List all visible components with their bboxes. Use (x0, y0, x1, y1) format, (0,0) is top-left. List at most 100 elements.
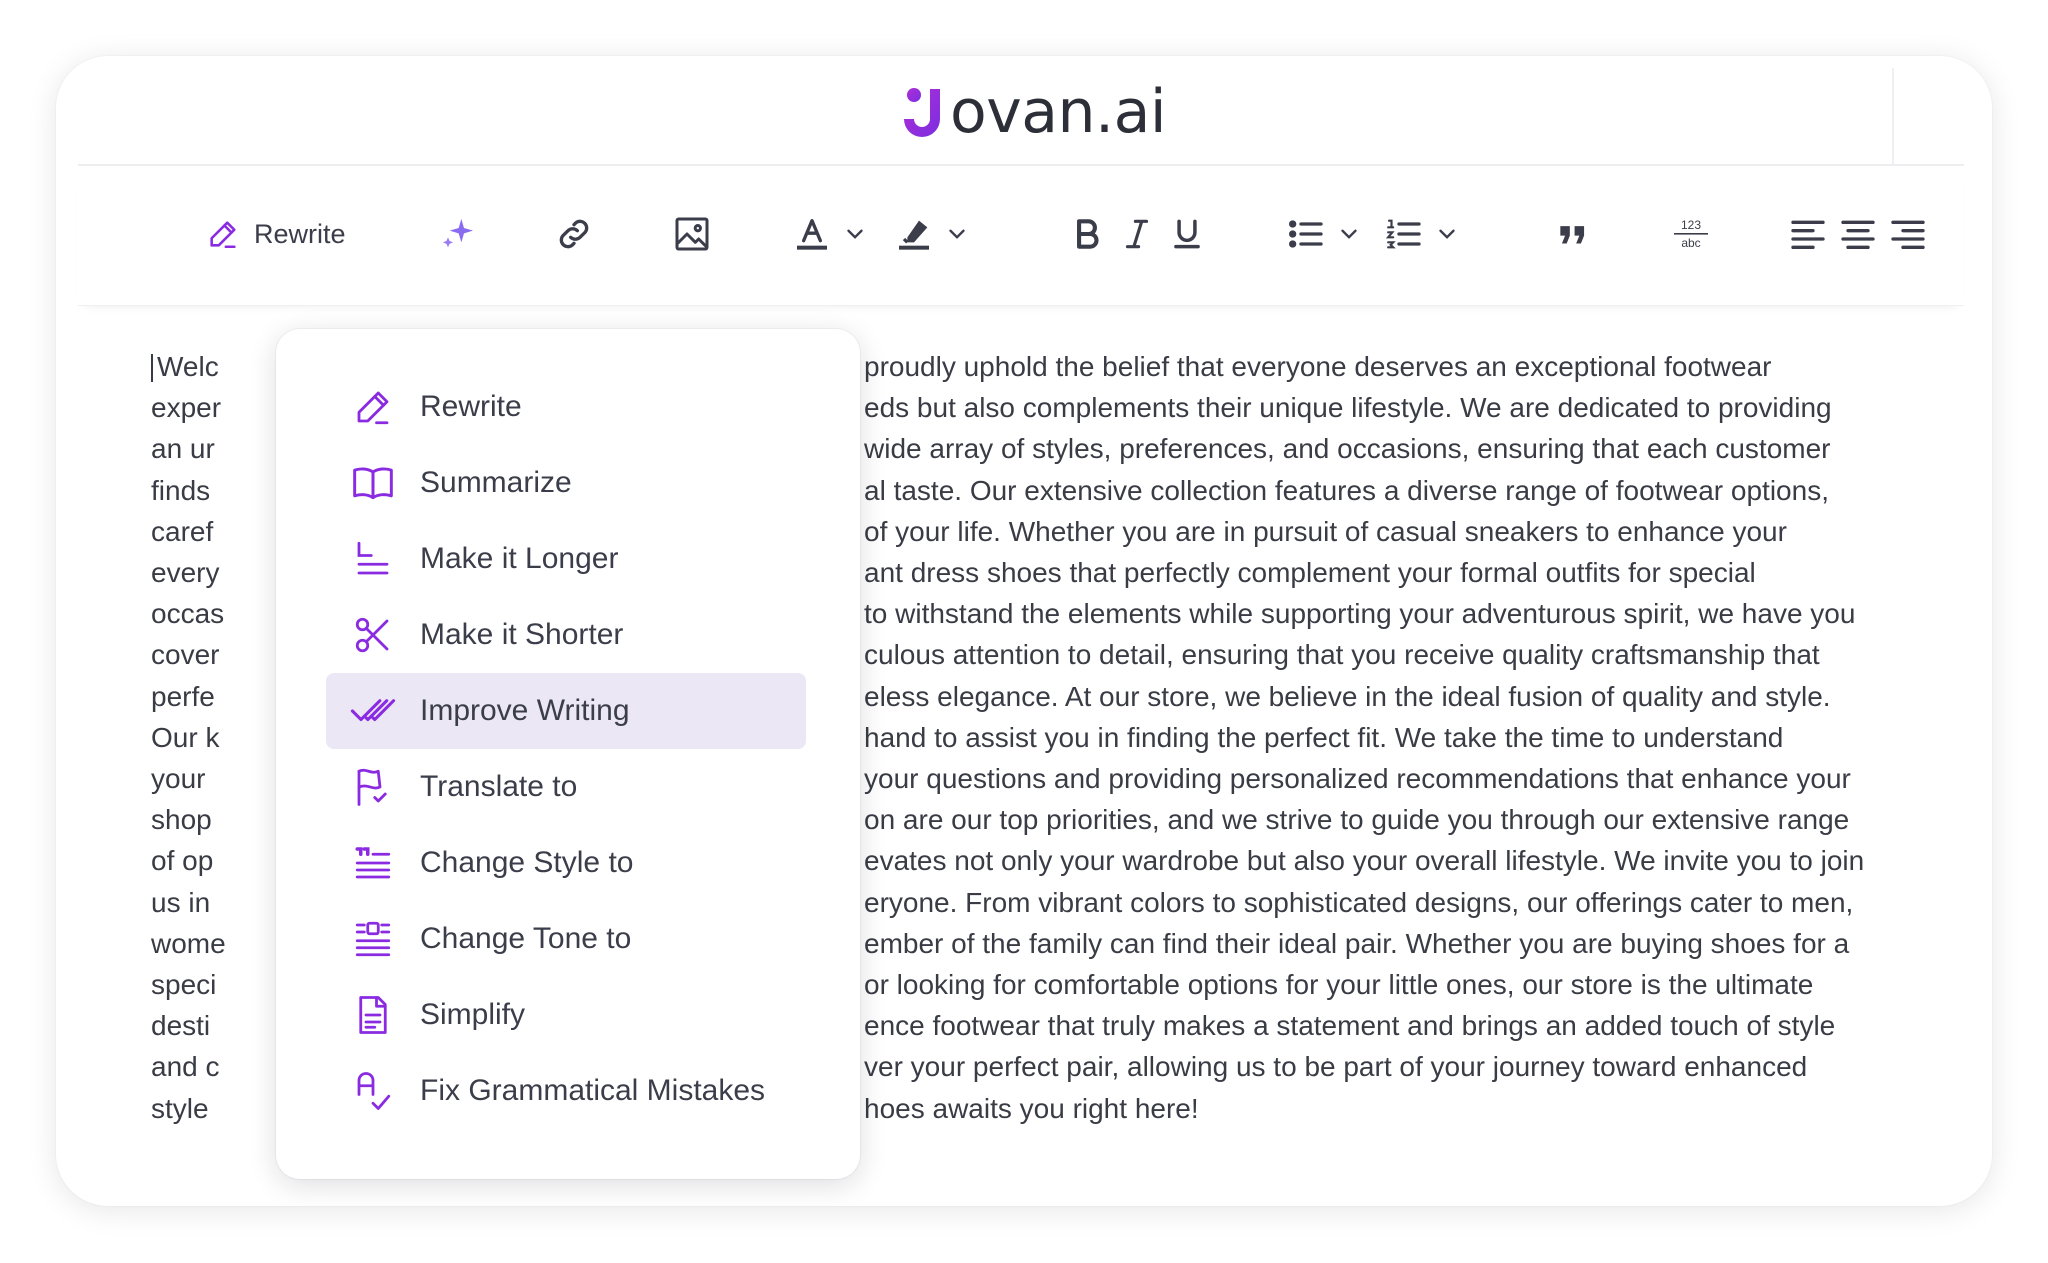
text-line: evates not only your wardrobe but also y… (864, 845, 1865, 877)
align-right-button[interactable] (1888, 204, 1928, 264)
align-left-icon (1791, 220, 1825, 249)
menu-item-improve-writing[interactable]: Improve Writing (326, 673, 806, 749)
bullet-list-button[interactable] (1286, 204, 1362, 264)
header: ovan.ai (78, 56, 1964, 166)
text-line: an ur (151, 433, 215, 465)
bold-button[interactable] (1068, 204, 1106, 264)
menu-item-label: Rewrite (420, 390, 522, 423)
link-icon (559, 219, 589, 249)
header-divider (1892, 68, 1894, 164)
menu-item-change-tone[interactable]: Change Tone to (326, 901, 806, 977)
underline-button[interactable] (1168, 204, 1206, 264)
logo-mark-icon (904, 88, 940, 137)
double-check-icon (350, 699, 396, 722)
text-line: eryone. From vibrant colors to sophistic… (864, 886, 1854, 918)
menu-item-simplify[interactable]: Simplify (326, 977, 806, 1053)
brand-logo[interactable]: ovan.ai (900, 77, 1167, 147)
menu-item-make-longer[interactable]: Make it Longer (326, 521, 806, 597)
text-line: wide array of styles, preferences, and o… (864, 433, 1831, 465)
highlight-icon (899, 220, 929, 250)
text-line: desti (151, 1010, 211, 1042)
text-line: exper (151, 392, 222, 424)
text-line: your questions and providing personalize… (864, 763, 1851, 794)
text-color-button[interactable] (792, 204, 868, 264)
menu-item-rewrite[interactable]: Rewrite (326, 369, 806, 445)
ai-actions-menu: Rewrite Summarize Make it Longer Make it… (276, 329, 860, 1179)
text-line: proudly uphold the belief that everyone … (864, 351, 1772, 382)
align-center-icon (1841, 220, 1875, 249)
text-line: or looking for comfortable options for y… (864, 969, 1814, 1000)
bullet-list-icon (1288, 220, 1323, 248)
text-line: culous attention to detail, ensuring tha… (864, 639, 1820, 671)
text-line: al taste. Our extensive collection featu… (864, 474, 1829, 506)
text-case-button[interactable]: 123 abc (1670, 204, 1712, 264)
menu-item-summarize[interactable]: Summarize (326, 445, 806, 521)
menu-item-label: Fix Grammatical Mistakes (420, 1074, 766, 1107)
document-icon (359, 996, 387, 1034)
menu-item-label: Improve Writing (420, 694, 630, 727)
highlight-button[interactable] (894, 204, 970, 264)
scissors-icon (355, 617, 389, 653)
chevron-down-icon (847, 229, 863, 239)
underline-icon (1174, 219, 1200, 249)
blockquote-icon (1560, 226, 1585, 244)
bold-icon (1077, 219, 1099, 249)
menu-item-label: Change Tone to (420, 922, 632, 955)
menu-item-label: Translate to (420, 770, 578, 803)
text-line: Our k (151, 721, 220, 753)
pencil-icon (357, 391, 389, 425)
text-line: ence footwear that truly makes a stateme… (864, 1010, 1836, 1042)
text-line: ver your perfect pair, allowing us to be… (864, 1051, 1808, 1083)
text-case-icon: 123 abc (1674, 218, 1708, 250)
align-right-icon (1891, 220, 1925, 249)
menu-item-make-shorter[interactable]: Make it Shorter (326, 597, 806, 673)
pencil-icon (210, 221, 236, 249)
text-line: hand to assist you in finding the perfec… (864, 721, 1784, 753)
text-line: Welc (151, 346, 219, 387)
text-line: wome (151, 927, 226, 959)
menu-item-change-style[interactable]: Change Style to (326, 825, 806, 901)
text-line: eless elegance. At our store, we believe… (864, 680, 1831, 712)
lengthen-icon (357, 541, 389, 575)
align-center-button[interactable] (1838, 204, 1878, 264)
text-line: cover (151, 639, 220, 671)
text-line: to withstand the elements while supporti… (864, 598, 1856, 630)
book-icon (353, 467, 393, 500)
menu-item-label: Change Style to (420, 846, 634, 879)
text-line: of your life. Whether you are in pursuit… (864, 515, 1787, 547)
text-line: us in (151, 886, 211, 918)
menu-item-fix-grammar[interactable]: Fix Grammatical Mistakes (326, 1053, 806, 1129)
svg-text:123: 123 (1681, 218, 1701, 232)
menu-item-translate[interactable]: Translate to (326, 749, 806, 825)
text-color-icon (797, 219, 827, 250)
tone-lines-icon (355, 921, 391, 957)
text-line: caref (151, 515, 214, 547)
text-line: and c (151, 1051, 220, 1083)
ai-sparkle-button[interactable] (438, 204, 478, 264)
menu-item-label: Summarize (420, 466, 572, 499)
italic-button[interactable] (1118, 204, 1156, 264)
brand-name: ovan.ai (950, 77, 1167, 147)
text-line: on are our top priorities, and we strive… (864, 804, 1850, 836)
menu-item-label: Make it Longer (420, 542, 619, 575)
image-icon (675, 217, 709, 251)
flag-check-icon (357, 768, 387, 806)
chevron-down-icon (949, 229, 965, 239)
link-button[interactable] (554, 204, 594, 264)
text-line: every (151, 557, 220, 588)
toolbar: Rewrite 123 abc (78, 168, 1964, 306)
rewrite-label: Rewrite (254, 218, 346, 249)
chevron-down-icon (1439, 229, 1455, 239)
text-line: ember of the family can find their ideal… (864, 927, 1850, 959)
sparkle-icon (443, 219, 473, 248)
align-left-button[interactable] (1788, 204, 1828, 264)
blockquote-button[interactable] (1554, 204, 1592, 264)
text-line: finds (151, 474, 211, 506)
image-button[interactable] (672, 204, 712, 264)
numbered-list-button[interactable] (1384, 204, 1460, 264)
text-line: speci (151, 969, 217, 1000)
rewrite-button[interactable]: Rewrite (206, 204, 346, 264)
text-line: occas (151, 598, 225, 630)
spellcheck-icon (357, 1072, 391, 1110)
text-line: ant dress shoes that perfectly complemen… (864, 557, 1756, 588)
